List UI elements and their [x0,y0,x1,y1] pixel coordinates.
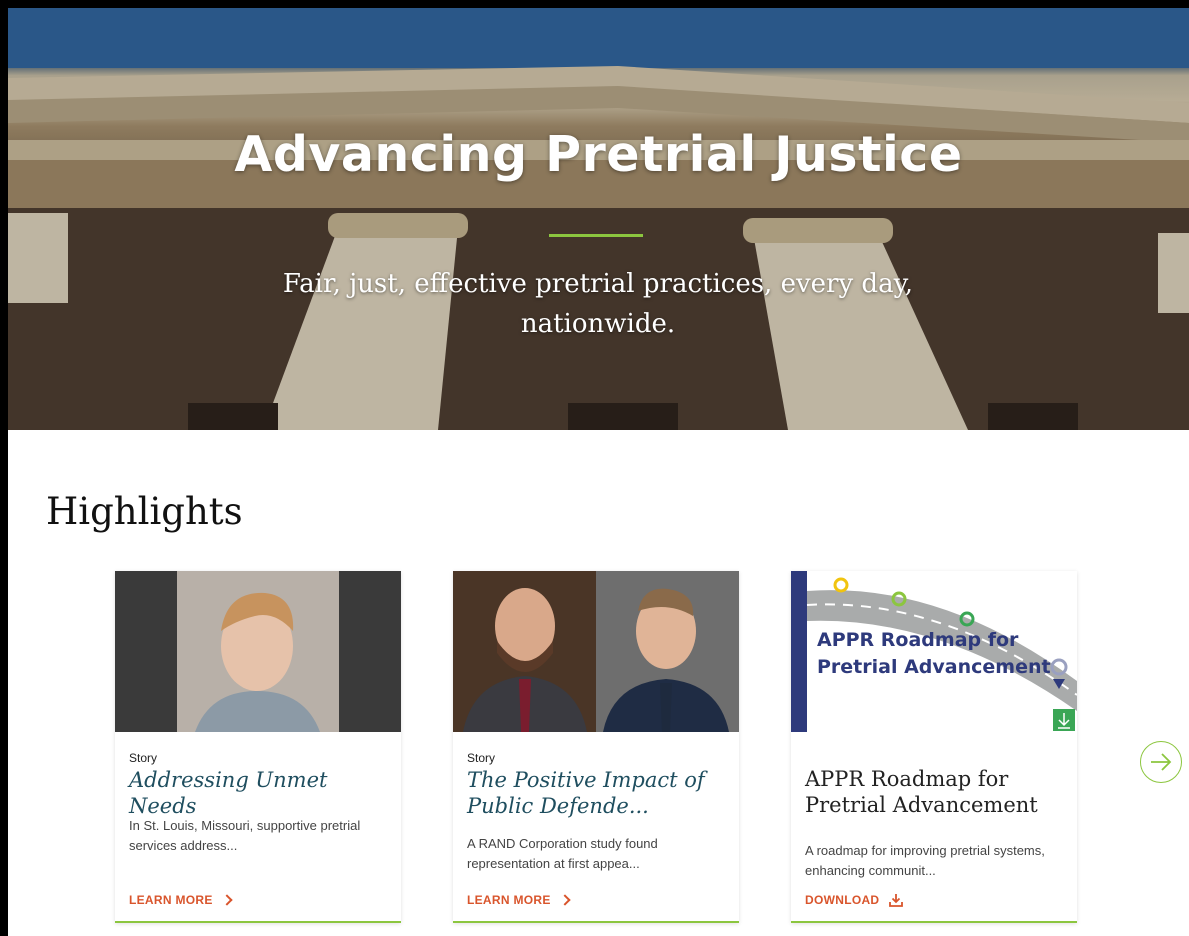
link-label: LEARN MORE [467,893,551,907]
card-description: A RAND Corporation study found represent… [467,836,658,871]
hero-banner: Advancing Pretrial Justice Fair, just, e… [8,8,1189,430]
highlight-card[interactable]: Story Addressing Unmet Needs In St. Loui… [115,571,401,923]
arrow-right-circle-icon [1151,753,1172,771]
hero-overlay [8,8,1189,430]
link-label: DOWNLOAD [805,893,880,907]
card-image[interactable] [115,571,401,732]
learn-more-link[interactable]: LEARN MORE [467,893,571,907]
next-slide-button[interactable] [1140,741,1182,783]
page: Advancing Pretrial Justice Fair, just, e… [8,8,1189,936]
card-image[interactable]: APPR Roadmap for Pretrial Advancement [791,571,1077,732]
download-link[interactable]: DOWNLOAD [805,893,904,907]
learn-more-link[interactable]: LEARN MORE [129,893,233,907]
highlights-title: Highlights [46,490,243,533]
card-description: In St. Louis, Missouri, supportive pretr… [129,818,361,853]
hero-title: Advancing Pretrial Justice [234,126,963,183]
chevron-right-icon [559,894,571,906]
hero-divider [549,234,643,237]
highlight-card[interactable]: APPR Roadmap for Pretrial Advancement AP… [791,571,1077,923]
card-type: Story [467,751,496,765]
card-title[interactable]: Addressing Unmet Needs [129,767,394,819]
card-title[interactable]: The Positive Impact of Public Defende... [467,767,732,819]
download-icon [889,894,904,907]
card-type: Story [129,751,158,765]
card-description: A roadmap for improving pretrial systems… [805,843,1045,878]
card-title[interactable]: APPR Roadmap for Pretrial Advancement [805,766,1070,818]
highlight-card[interactable]: Story The Positive Impact of Public Defe… [453,571,739,923]
chevron-right-icon [221,894,233,906]
card-image[interactable] [453,571,739,732]
card-image-text: APPR Roadmap for Pretrial Advancement [817,629,1051,678]
hero-subtitle: Fair, just, effective pretrial practices… [282,269,914,339]
link-label: LEARN MORE [129,893,213,907]
